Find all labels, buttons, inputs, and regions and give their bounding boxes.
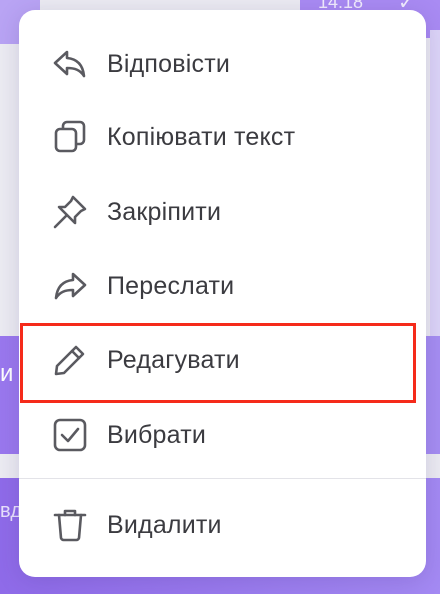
menu-item-label: Вибрати: [107, 420, 207, 449]
menu-item-label: Переслати: [107, 271, 235, 300]
menu-item-delete[interactable]: Видалити: [19, 488, 426, 562]
checkbox-icon: [51, 416, 89, 454]
forward-icon: [51, 267, 89, 305]
chat-bubble-text-fragment: и: [0, 360, 14, 387]
menu-divider: [19, 478, 426, 479]
menu-item-copy-text[interactable]: Копіювати текст: [19, 100, 426, 174]
menu-item-label: Закріпити: [107, 197, 222, 226]
menu-item-label: Видалити: [107, 510, 222, 539]
chat-background-strip: [430, 30, 440, 350]
trash-icon: [51, 506, 89, 544]
menu-item-select[interactable]: Вибрати: [19, 398, 426, 472]
message-context-menu: Відповісти Копіювати текст Закріпити Пер…: [19, 10, 426, 577]
copy-icon: [51, 118, 89, 156]
edit-highlight-box: [20, 323, 416, 403]
reply-icon: [51, 45, 89, 83]
menu-item-label: Відповісти: [107, 49, 231, 78]
menu-item-forward[interactable]: Переслати: [19, 249, 426, 323]
menu-item-pin[interactable]: Закріпити: [19, 175, 426, 249]
menu-item-label: Копіювати текст: [107, 122, 296, 151]
pin-icon: [51, 193, 89, 231]
menu-item-reply[interactable]: Відповісти: [19, 27, 426, 101]
